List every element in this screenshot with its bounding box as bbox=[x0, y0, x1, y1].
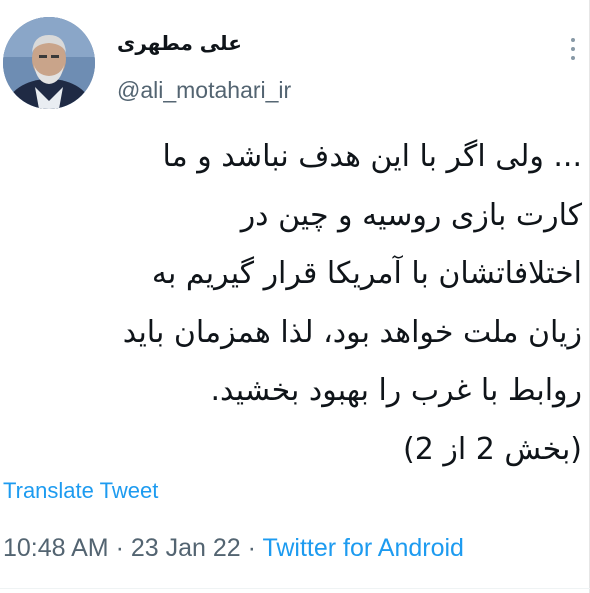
tweet-text: ... ولی اگر با این هدف نباشد و ما کارت ب… bbox=[10, 128, 582, 479]
tweet-text-line: کارت بازی روسیه و چین در bbox=[240, 197, 582, 233]
meta-separator: · bbox=[115, 534, 124, 562]
tweet-text-line: (بخش 2 از 2) bbox=[402, 431, 582, 467]
tweet-time[interactable]: 10:48 AM bbox=[3, 534, 109, 562]
avatar-photo-icon bbox=[3, 17, 95, 109]
tweet-text-line: روابط با غرب را بهبود بخشید. bbox=[210, 373, 582, 408]
tweet-source-link[interactable]: Twitter for Android bbox=[262, 534, 463, 562]
meta-separator: · bbox=[247, 534, 256, 562]
tweet-meta: 10:48 AM · 23 Jan 22 · Twitter for Andro… bbox=[3, 534, 464, 563]
avatar[interactable] bbox=[3, 17, 95, 109]
translate-tweet-link[interactable]: Translate Tweet bbox=[3, 478, 158, 504]
tweet-date[interactable]: 23 Jan 22 bbox=[131, 534, 241, 562]
author-handle[interactable]: @ali_motahari_ir bbox=[117, 77, 291, 104]
tweet-card: علی مطهری @ali_motahari_ir ... ولی اگر ب… bbox=[0, 0, 590, 593]
more-vertical-icon[interactable] bbox=[568, 38, 578, 64]
tweet-text-line: زیان ملت خواهد بود، لذا همزمان باید bbox=[122, 314, 582, 350]
tweet-text-line: ... ولی اگر با این هدف نباشد و ما bbox=[162, 139, 582, 174]
divider bbox=[0, 588, 590, 589]
author-display-name[interactable]: علی مطهری bbox=[117, 31, 242, 55]
tweet-text-line: اختلافاتشان با آمریکا قرار گیریم به bbox=[151, 256, 582, 291]
